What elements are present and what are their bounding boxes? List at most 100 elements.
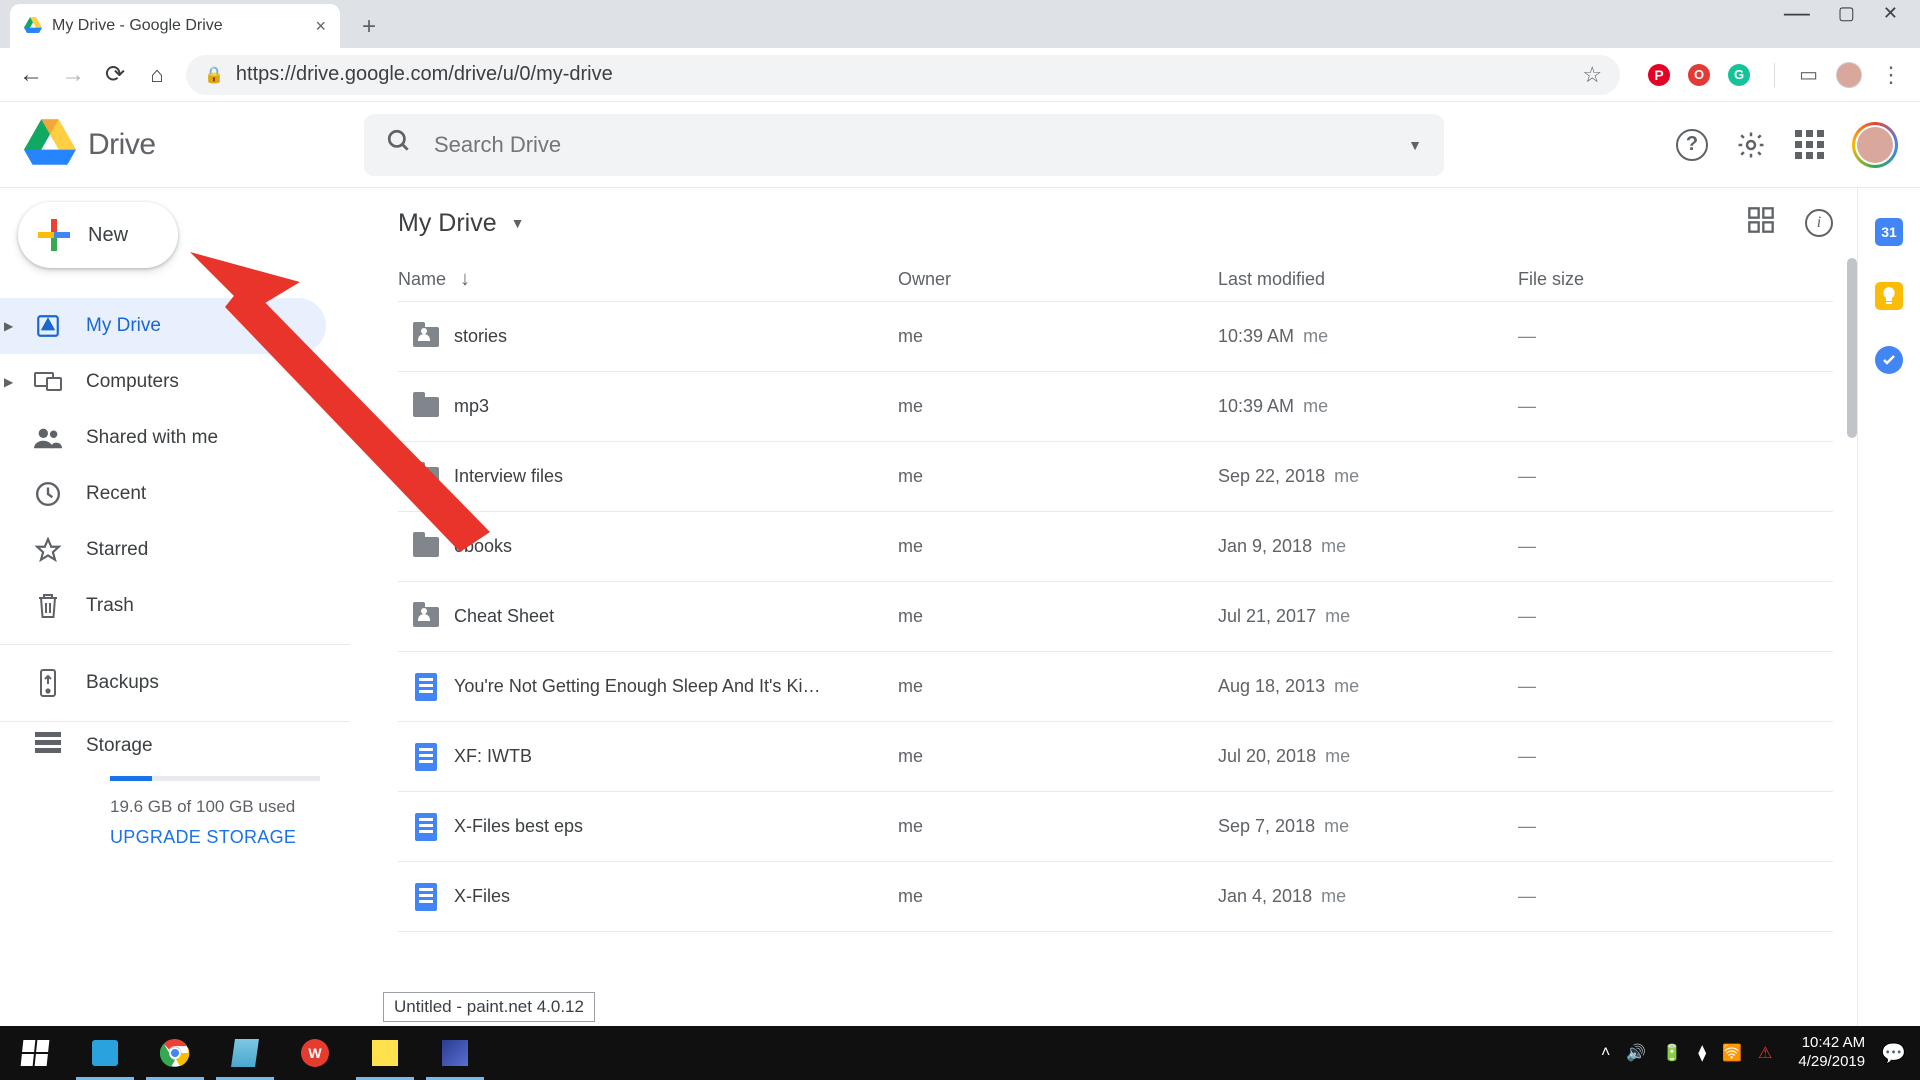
new-tab-button[interactable]: +	[352, 10, 386, 44]
search-box[interactable]: ▼	[364, 114, 1444, 176]
sidebar-item-computers[interactable]: ▶ Computers	[0, 354, 326, 410]
search-options-icon[interactable]: ▼	[1408, 137, 1422, 153]
sidebar-item-shared[interactable]: Shared with me	[0, 410, 326, 466]
new-button[interactable]: New	[18, 202, 178, 268]
nav-back-icon[interactable]: ←	[18, 61, 44, 89]
upgrade-storage-link[interactable]: UPGRADE STORAGE	[110, 827, 350, 848]
keep-addon-icon[interactable]	[1875, 282, 1903, 310]
file-size: —	[1518, 816, 1833, 837]
account-avatar[interactable]	[1852, 122, 1898, 168]
folder-icon	[398, 397, 454, 417]
file-row[interactable]: ebooksmeJan 9, 2018 me—	[398, 512, 1833, 582]
tray-battery-icon[interactable]: 🔋	[1662, 1043, 1682, 1063]
sidebar-item-trash[interactable]: Trash	[0, 578, 326, 634]
profile-avatar-icon[interactable]	[1836, 62, 1862, 88]
view-grid-icon[interactable]	[1747, 206, 1775, 241]
window-controls: — ▢ ✕	[1784, 3, 1920, 48]
col-owner-label[interactable]: Owner	[898, 269, 951, 289]
file-size: —	[1518, 536, 1833, 557]
sidebar-item-recent[interactable]: Recent	[0, 466, 326, 522]
browser-tab[interactable]: My Drive - Google Drive ×	[10, 4, 340, 48]
caret-icon[interactable]: ▶	[4, 375, 13, 389]
settings-gear-icon[interactable]	[1736, 130, 1766, 160]
search-icon	[386, 128, 412, 161]
sidebar-item-label: Backups	[86, 672, 159, 694]
caret-icon[interactable]: ▶	[4, 319, 13, 333]
tray-chevron-icon[interactable]: ˄	[1601, 1044, 1610, 1062]
plus-icon	[36, 217, 72, 253]
help-icon[interactable]: ?	[1676, 129, 1708, 161]
file-modified: 10:39 AM me	[1218, 396, 1518, 417]
tasks-addon-icon[interactable]	[1875, 346, 1903, 374]
sidebar-item-label: My Drive	[86, 315, 161, 337]
tab-close-icon[interactable]: ×	[315, 16, 326, 37]
file-row[interactable]: mp3me10:39 AM me—	[398, 372, 1833, 442]
col-modified-label[interactable]: Last modified	[1218, 269, 1325, 289]
google-apps-icon[interactable]	[1794, 130, 1824, 160]
folder-icon	[398, 537, 454, 557]
file-modified: Jan 4, 2018 me	[1218, 886, 1518, 907]
search-input[interactable]	[434, 132, 1386, 158]
scrollbar-thumb[interactable]	[1847, 258, 1857, 438]
file-row[interactable]: X-Files best epsmeSep 7, 2018 me—	[398, 792, 1833, 862]
breadcrumb-dropdown-icon[interactable]: ▼	[511, 215, 525, 231]
taskbar-app-sticky[interactable]	[350, 1026, 420, 1080]
file-name: ebooks	[454, 536, 898, 557]
bookmark-star-icon[interactable]: ☆	[1582, 62, 1602, 88]
file-owner: me	[898, 606, 1218, 627]
file-name: XF: IWTB	[454, 746, 898, 767]
file-row[interactable]: Interview filesmeSep 22, 2018 me—	[398, 442, 1833, 512]
taskbar-app-wordpad[interactable]: W	[280, 1026, 350, 1080]
sidebar-divider	[0, 644, 350, 645]
taskbar-app-chrome[interactable]	[140, 1026, 210, 1080]
file-row[interactable]: storiesme10:39 AM me—	[398, 302, 1833, 372]
file-size: —	[1518, 886, 1833, 907]
tray-wifi-icon[interactable]: 🛜	[1722, 1043, 1742, 1063]
calendar-addon-icon[interactable]: 31	[1875, 218, 1903, 246]
browser-menu-icon[interactable]: ⋮	[1880, 62, 1902, 88]
taskbar-app-notepad[interactable]	[210, 1026, 280, 1080]
sort-arrow-icon[interactable]: ↓	[460, 268, 470, 291]
address-bar[interactable]: 🔒 https://drive.google.com/drive/u/0/my-…	[186, 55, 1620, 95]
ublock-ext-icon[interactable]: O	[1688, 64, 1710, 86]
drive-logo[interactable]: Drive	[24, 119, 364, 170]
system-tray: ˄ 🔊 🔋 ⧫ 🛜 ⚠ 10:42 AM 4/29/2019 💬	[1601, 1034, 1920, 1072]
file-modified: Jul 20, 2018 me	[1218, 746, 1518, 767]
notifications-icon[interactable]: 💬	[1881, 1041, 1906, 1066]
breadcrumb-current[interactable]: My Drive	[398, 209, 497, 238]
backups-icon	[34, 669, 62, 697]
window-minimize-icon[interactable]: —	[1784, 0, 1810, 28]
cast-icon[interactable]: ▭	[1799, 62, 1818, 87]
sidebar-item-storage[interactable]: Storage	[0, 732, 350, 760]
start-button[interactable]	[0, 1026, 70, 1080]
nav-home-icon[interactable]: ⌂	[144, 62, 170, 88]
sidebar-item-backups[interactable]: Backups	[0, 655, 326, 711]
tray-dropbox-icon[interactable]: ⧫	[1698, 1043, 1706, 1063]
sidebar-item-starred[interactable]: Starred	[0, 522, 326, 578]
pinterest-ext-icon[interactable]: P	[1648, 64, 1670, 86]
file-size: —	[1518, 466, 1833, 487]
grammarly-ext-icon[interactable]: G	[1728, 64, 1750, 86]
toolbar-divider	[1774, 63, 1775, 87]
windows-taskbar: W ˄ 🔊 🔋 ⧫ 🛜 ⚠ 10:42 AM 4/29/2019 💬	[0, 1026, 1920, 1080]
file-row[interactable]: Cheat SheetmeJul 21, 2017 me—	[398, 582, 1833, 652]
col-size-label[interactable]: File size	[1518, 269, 1584, 289]
nav-reload-icon[interactable]: ⟳	[102, 60, 128, 89]
window-close-icon[interactable]: ✕	[1883, 3, 1898, 34]
column-headers: Name ↓ Owner Last modified File size	[398, 258, 1833, 302]
taskbar-clock[interactable]: 10:42 AM 4/29/2019	[1798, 1034, 1865, 1072]
tray-volume-icon[interactable]: 🔊	[1626, 1043, 1646, 1063]
nav-forward-icon[interactable]: →	[60, 61, 86, 89]
taskbar-app-paintnet[interactable]	[420, 1026, 490, 1080]
file-row[interactable]: XF: IWTBmeJul 20, 2018 me—	[398, 722, 1833, 792]
col-name-label[interactable]: Name	[398, 269, 446, 290]
file-row[interactable]: You're Not Getting Enough Sleep And It's…	[398, 652, 1833, 722]
window-maximize-icon[interactable]: ▢	[1838, 3, 1855, 34]
file-row[interactable]: X-FilesmeJan 4, 2018 me—	[398, 862, 1833, 932]
file-owner: me	[898, 746, 1218, 767]
storage-label: Storage	[86, 735, 153, 757]
sidebar-item-my-drive[interactable]: ▶ My Drive	[0, 298, 326, 354]
details-info-icon[interactable]: i	[1805, 209, 1833, 237]
taskbar-app-cortana[interactable]	[70, 1026, 140, 1080]
tray-security-icon[interactable]: ⚠	[1758, 1043, 1772, 1063]
